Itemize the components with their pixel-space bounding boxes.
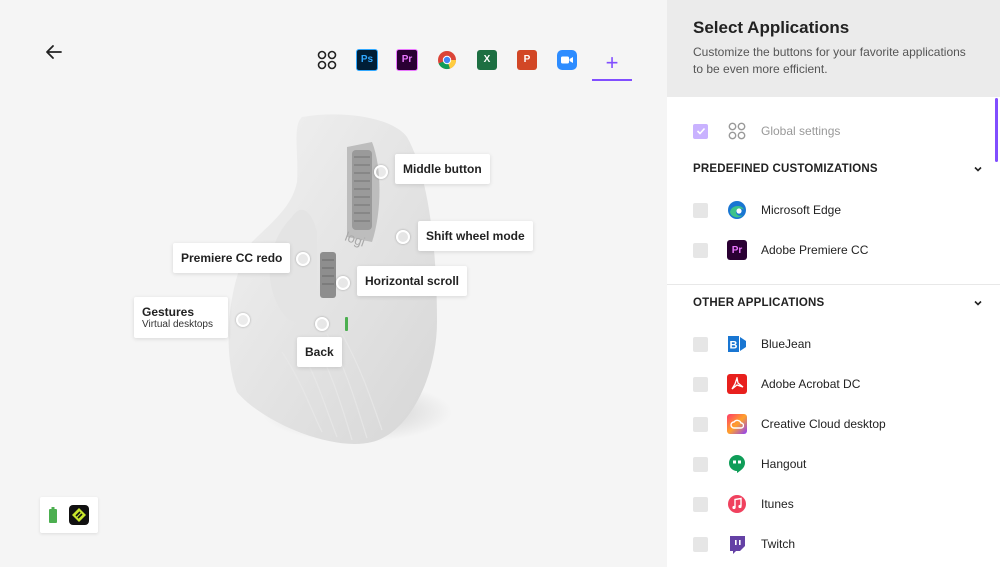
- add-application-tab[interactable]: +: [592, 46, 632, 81]
- callout-redo-label: Premiere CC redo: [181, 251, 283, 265]
- other-section-header[interactable]: OTHER APPLICATIONS: [693, 297, 983, 309]
- app-toolbar: Ps Pr X P +: [314, 38, 632, 81]
- toolbar-global-settings[interactable]: [314, 47, 340, 73]
- callout-horizontal-scroll[interactable]: Horizontal scroll: [357, 266, 468, 296]
- gestures-hotspot[interactable]: [236, 313, 250, 327]
- shift-wheel-hotspot[interactable]: [396, 230, 410, 244]
- toolbar-premiere[interactable]: Pr: [394, 47, 420, 73]
- app-row-acrobat[interactable]: Adobe Acrobat DC: [693, 374, 860, 394]
- check-icon: [696, 127, 705, 135]
- horizontal-scroll-hotspot[interactable]: [336, 276, 350, 290]
- chrome-icon: [438, 50, 456, 69]
- easy-switch-icon[interactable]: [69, 505, 89, 525]
- app-name: Adobe Acrobat DC: [761, 377, 861, 391]
- itunes-icon: [727, 494, 747, 514]
- callout-shift-label: Shift wheel mode: [426, 229, 525, 243]
- battery-icon: [49, 507, 57, 523]
- other-header-label: OTHER APPLICATIONS: [693, 297, 825, 309]
- app-name: Microsoft Edge: [761, 203, 842, 217]
- app-checkbox[interactable]: [693, 202, 708, 218]
- powerpoint-icon: P: [517, 49, 537, 70]
- app-checkbox[interactable]: [693, 336, 708, 352]
- toolbar-chrome[interactable]: [434, 47, 460, 73]
- panel-description: Customize the buttons for your favorite …: [693, 45, 966, 76]
- app-row-twitch[interactable]: Twitch: [693, 534, 795, 554]
- app-checkbox[interactable]: [693, 376, 708, 392]
- app-name: Hangout: [761, 457, 807, 471]
- toolbar-excel[interactable]: X: [474, 47, 500, 73]
- callout-gestures[interactable]: Gestures Virtual desktops: [134, 297, 228, 338]
- callout-gestures-title: Gestures: [142, 305, 195, 319]
- bluejean-icon: B: [727, 334, 747, 354]
- callout-back-label: Back: [305, 345, 334, 359]
- device-status: [40, 497, 98, 533]
- toolbar-powerpoint[interactable]: P: [514, 47, 540, 73]
- toolbar-photoshop[interactable]: Ps: [354, 47, 380, 73]
- toolbar-zoom[interactable]: [554, 47, 580, 73]
- section-divider: [667, 284, 1000, 285]
- app-name: Creative Cloud desktop: [761, 417, 886, 431]
- app-name: BlueJean: [761, 337, 812, 351]
- app-row-creative-cloud[interactable]: Creative Cloud desktop: [693, 414, 886, 434]
- panel-header: Select Applications Customize the button…: [667, 0, 1000, 97]
- excel-icon: X: [477, 49, 497, 70]
- callout-horizontal-label: Horizontal scroll: [365, 274, 460, 288]
- microsoft-edge-icon: [727, 200, 747, 220]
- global-settings-row[interactable]: Global settings: [693, 121, 840, 141]
- predefined-header-label: PREDEFINED CUSTOMIZATIONS: [693, 163, 878, 175]
- adobe-acrobat-icon: [727, 374, 747, 394]
- back-hotspot[interactable]: [315, 317, 329, 331]
- chevron-down-icon: [974, 300, 982, 306]
- premiere-icon: Pr: [396, 48, 418, 71]
- middle-button-hotspot[interactable]: [374, 165, 388, 179]
- callout-back[interactable]: Back: [297, 337, 342, 367]
- app-row-premiere[interactable]: Pr Adobe Premiere CC: [693, 240, 868, 260]
- app-checkbox[interactable]: [693, 456, 708, 472]
- global-settings-icon: [317, 50, 337, 69]
- app-name: Twitch: [761, 537, 796, 551]
- app-row-hangout[interactable]: Hangout: [693, 454, 806, 474]
- app-row-edge[interactable]: Microsoft Edge: [693, 200, 841, 220]
- app-row-bluejean[interactable]: B BlueJean: [693, 334, 811, 354]
- app-name: Itunes: [761, 497, 794, 511]
- creative-cloud-icon: [727, 414, 747, 434]
- app-name: Adobe Premiere CC: [761, 243, 869, 257]
- panel-title: Select Applications: [693, 18, 850, 37]
- callout-gestures-sub: Virtual desktops: [142, 319, 213, 330]
- global-settings-checkbox[interactable]: [693, 123, 708, 139]
- callout-premiere-redo[interactable]: Premiere CC redo: [173, 243, 291, 273]
- chevron-down-icon: [974, 166, 982, 172]
- app-checkbox[interactable]: [693, 416, 708, 432]
- select-applications-panel: Select Applications Customize the button…: [667, 0, 1000, 567]
- global-settings-label: Global settings: [761, 124, 841, 138]
- callout-middle-label: Middle button: [403, 162, 482, 176]
- premiere-icon: Pr: [727, 240, 747, 260]
- app-checkbox[interactable]: [693, 242, 708, 258]
- panel-scrollbar[interactable]: [995, 98, 998, 162]
- photoshop-icon: Ps: [356, 48, 378, 71]
- svg-text:B: B: [730, 340, 738, 352]
- back-arrow-icon[interactable]: [44, 42, 64, 62]
- callout-middle-button[interactable]: Middle button: [395, 154, 490, 184]
- twitch-icon: [727, 534, 747, 554]
- zoom-icon: [557, 49, 577, 70]
- app-checkbox[interactable]: [693, 496, 708, 512]
- app-checkbox[interactable]: [693, 536, 708, 552]
- app-row-itunes[interactable]: Itunes: [693, 494, 794, 514]
- redo-hotspot[interactable]: [296, 252, 310, 266]
- device-view: Ps Pr X P + logi Middle button Shift whe…: [0, 0, 667, 567]
- global-settings-icon: [727, 121, 747, 141]
- callout-shift-wheel[interactable]: Shift wheel mode: [418, 221, 533, 251]
- predefined-section-header[interactable]: PREDEFINED CUSTOMIZATIONS: [693, 163, 983, 175]
- hangouts-icon: [727, 454, 747, 474]
